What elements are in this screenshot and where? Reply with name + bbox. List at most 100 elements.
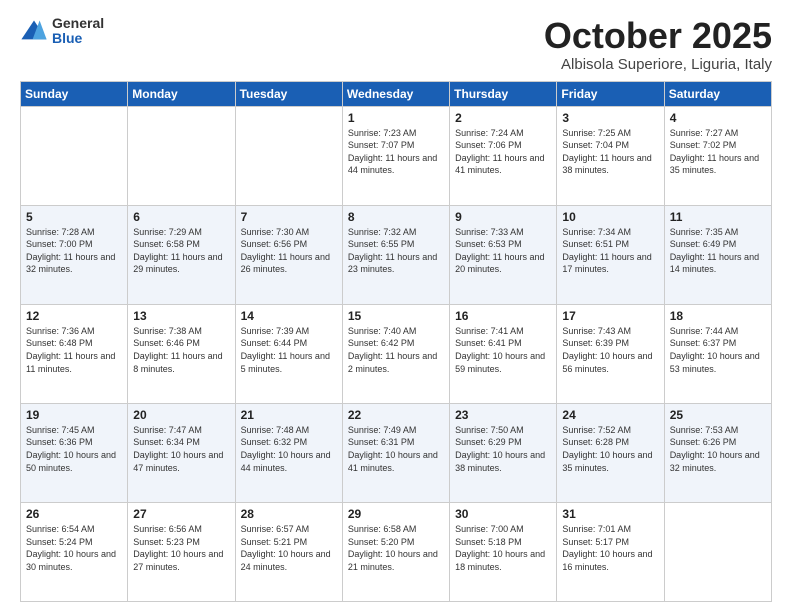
day-info: Sunrise: 6:57 AM Sunset: 5:21 PM Dayligh…: [241, 523, 337, 573]
day-info: Sunrise: 7:48 AM Sunset: 6:32 PM Dayligh…: [241, 424, 337, 474]
day-info: Sunrise: 7:23 AM Sunset: 7:07 PM Dayligh…: [348, 127, 444, 177]
title-block: October 2025 Albisola Superiore, Liguria…: [544, 16, 772, 73]
day-info: Sunrise: 7:32 AM Sunset: 6:55 PM Dayligh…: [348, 226, 444, 276]
day-info: Sunrise: 7:24 AM Sunset: 7:06 PM Dayligh…: [455, 127, 551, 177]
calendar-cell: 5Sunrise: 7:28 AM Sunset: 7:00 PM Daylig…: [21, 205, 128, 304]
calendar-cell: 22Sunrise: 7:49 AM Sunset: 6:31 PM Dayli…: [342, 403, 449, 502]
calendar-cell: 4 Sunrise: 7:27 AM Sunset: 7:02 PM Daylig…: [664, 106, 771, 205]
calendar-cell: 21 Sunrise: 7:48 AM Sunset: 6:32 PM Dayli…: [235, 403, 342, 502]
calendar-cell: 3 Sunrise: 7:25 AM Sunset: 7:04 PM Daylig…: [557, 106, 664, 205]
day-number: 7: [241, 210, 337, 224]
calendar-cell: [21, 106, 128, 205]
calendar-cell: 31 Sunrise: 7:01 AM Sunset: 5:17 PM Dayli…: [557, 502, 664, 601]
day-number: 29: [348, 507, 444, 521]
day-info: Sunrise: 7:33 AM Sunset: 6:53 PM Dayligh…: [455, 226, 551, 276]
weekday-header-monday: Monday: [128, 81, 235, 106]
day-number: 2: [455, 111, 551, 125]
day-number: 13: [133, 309, 229, 323]
calendar-week-4: 26 Sunrise: 6:54 AM Sunset: 5:24 PM Dayli…: [21, 502, 772, 601]
calendar-cell: [235, 106, 342, 205]
calendar-table: SundayMondayTuesdayWednesdayThursdayFrid…: [20, 81, 772, 602]
calendar-cell: 15Sunrise: 7:40 AM Sunset: 6:42 PM Dayli…: [342, 304, 449, 403]
day-number: 22: [348, 408, 444, 422]
day-number: 26: [26, 507, 122, 521]
day-number: 19: [26, 408, 122, 422]
day-info: Sunrise: 7:01 AM Sunset: 5:17 PM Dayligh…: [562, 523, 658, 573]
calendar-cell: 11 Sunrise: 7:35 AM Sunset: 6:49 PM Dayli…: [664, 205, 771, 304]
day-info: Sunrise: 7:44 AM Sunset: 6:37 PM Dayligh…: [670, 325, 766, 375]
day-number: 31: [562, 507, 658, 521]
weekday-header-thursday: Thursday: [450, 81, 557, 106]
day-number: 27: [133, 507, 229, 521]
day-number: 30: [455, 507, 551, 521]
day-number: 28: [241, 507, 337, 521]
day-info: Sunrise: 7:30 AM Sunset: 6:56 PM Dayligh…: [241, 226, 337, 276]
day-info: Sunrise: 7:38 AM Sunset: 6:46 PM Dayligh…: [133, 325, 229, 375]
weekday-header-saturday: Saturday: [664, 81, 771, 106]
calendar-cell: 10 Sunrise: 7:34 AM Sunset: 6:51 PM Dayli…: [557, 205, 664, 304]
day-info: Sunrise: 6:54 AM Sunset: 5:24 PM Dayligh…: [26, 523, 122, 573]
calendar-cell: 9 Sunrise: 7:33 AM Sunset: 6:53 PM Daylig…: [450, 205, 557, 304]
calendar-cell: 29 Sunrise: 6:58 AM Sunset: 5:20 PM Dayli…: [342, 502, 449, 601]
calendar-cell: 30 Sunrise: 7:00 AM Sunset: 5:18 PM Dayli…: [450, 502, 557, 601]
day-info: Sunrise: 7:47 AM Sunset: 6:34 PM Dayligh…: [133, 424, 229, 474]
logo: General Blue: [20, 16, 104, 47]
calendar-week-2: 12 Sunrise: 7:36 AM Sunset: 6:48 PM Dayli…: [21, 304, 772, 403]
day-info: Sunrise: 7:53 AM Sunset: 6:26 PM Dayligh…: [670, 424, 766, 474]
calendar-cell: 28 Sunrise: 6:57 AM Sunset: 5:21 PM Dayli…: [235, 502, 342, 601]
day-number: 11: [670, 210, 766, 224]
day-number: 18: [670, 309, 766, 323]
day-info: Sunrise: 6:56 AM Sunset: 5:23 PM Dayligh…: [133, 523, 229, 573]
day-number: 1: [348, 111, 444, 125]
day-number: 4: [670, 111, 766, 125]
calendar-cell: 27 Sunrise: 6:56 AM Sunset: 5:23 PM Dayli…: [128, 502, 235, 601]
weekday-header-row: SundayMondayTuesdayWednesdayThursdayFrid…: [21, 81, 772, 106]
day-number: 8: [348, 210, 444, 224]
day-info: Sunrise: 6:58 AM Sunset: 5:20 PM Dayligh…: [348, 523, 444, 573]
weekday-header-sunday: Sunday: [21, 81, 128, 106]
day-info: Sunrise: 7:36 AM Sunset: 6:48 PM Dayligh…: [26, 325, 122, 375]
calendar-cell: 25 Sunrise: 7:53 AM Sunset: 6:26 PM Dayli…: [664, 403, 771, 502]
calendar-cell: [664, 502, 771, 601]
day-info: Sunrise: 7:00 AM Sunset: 5:18 PM Dayligh…: [455, 523, 551, 573]
day-info: Sunrise: 7:39 AM Sunset: 6:44 PM Dayligh…: [241, 325, 337, 375]
day-info: Sunrise: 7:25 AM Sunset: 7:04 PM Dayligh…: [562, 127, 658, 177]
weekday-header-friday: Friday: [557, 81, 664, 106]
calendar-cell: [128, 106, 235, 205]
calendar-cell: 17Sunrise: 7:43 AM Sunset: 6:39 PM Dayli…: [557, 304, 664, 403]
day-number: 10: [562, 210, 658, 224]
day-number: 15: [348, 309, 444, 323]
logo-text: General Blue: [52, 16, 104, 47]
calendar-cell: 14Sunrise: 7:39 AM Sunset: 6:44 PM Dayli…: [235, 304, 342, 403]
page: General Blue October 2025 Albisola Super…: [0, 0, 792, 612]
calendar-cell: 26 Sunrise: 6:54 AM Sunset: 5:24 PM Dayli…: [21, 502, 128, 601]
calendar-cell: 13 Sunrise: 7:38 AM Sunset: 6:46 PM Dayli…: [128, 304, 235, 403]
day-number: 25: [670, 408, 766, 422]
calendar-cell: 1 Sunrise: 7:23 AM Sunset: 7:07 PM Daylig…: [342, 106, 449, 205]
weekday-header-tuesday: Tuesday: [235, 81, 342, 106]
day-number: 21: [241, 408, 337, 422]
logo-general: General: [52, 16, 104, 31]
calendar-cell: 8 Sunrise: 7:32 AM Sunset: 6:55 PM Daylig…: [342, 205, 449, 304]
location-subtitle: Albisola Superiore, Liguria, Italy: [544, 56, 772, 73]
day-number: 17: [562, 309, 658, 323]
calendar-cell: 19Sunrise: 7:45 AM Sunset: 6:36 PM Dayli…: [21, 403, 128, 502]
day-number: 20: [133, 408, 229, 422]
calendar-cell: 2 Sunrise: 7:24 AM Sunset: 7:06 PM Daylig…: [450, 106, 557, 205]
day-info: Sunrise: 7:34 AM Sunset: 6:51 PM Dayligh…: [562, 226, 658, 276]
calendar-cell: 6Sunrise: 7:29 AM Sunset: 6:58 PM Daylig…: [128, 205, 235, 304]
calendar-cell: 23Sunrise: 7:50 AM Sunset: 6:29 PM Dayli…: [450, 403, 557, 502]
calendar-week-3: 19Sunrise: 7:45 AM Sunset: 6:36 PM Dayli…: [21, 403, 772, 502]
day-info: Sunrise: 7:29 AM Sunset: 6:58 PM Dayligh…: [133, 226, 229, 276]
day-info: Sunrise: 7:27 AM Sunset: 7:02 PM Dayligh…: [670, 127, 766, 177]
calendar-cell: 7 Sunrise: 7:30 AM Sunset: 6:56 PM Daylig…: [235, 205, 342, 304]
day-number: 9: [455, 210, 551, 224]
day-number: 12: [26, 309, 122, 323]
calendar-cell: 12 Sunrise: 7:36 AM Sunset: 6:48 PM Dayli…: [21, 304, 128, 403]
day-number: 3: [562, 111, 658, 125]
weekday-header-wednesday: Wednesday: [342, 81, 449, 106]
day-info: Sunrise: 7:35 AM Sunset: 6:49 PM Dayligh…: [670, 226, 766, 276]
calendar-week-1: 5Sunrise: 7:28 AM Sunset: 7:00 PM Daylig…: [21, 205, 772, 304]
day-number: 5: [26, 210, 122, 224]
day-info: Sunrise: 7:50 AM Sunset: 6:29 PM Dayligh…: [455, 424, 551, 474]
